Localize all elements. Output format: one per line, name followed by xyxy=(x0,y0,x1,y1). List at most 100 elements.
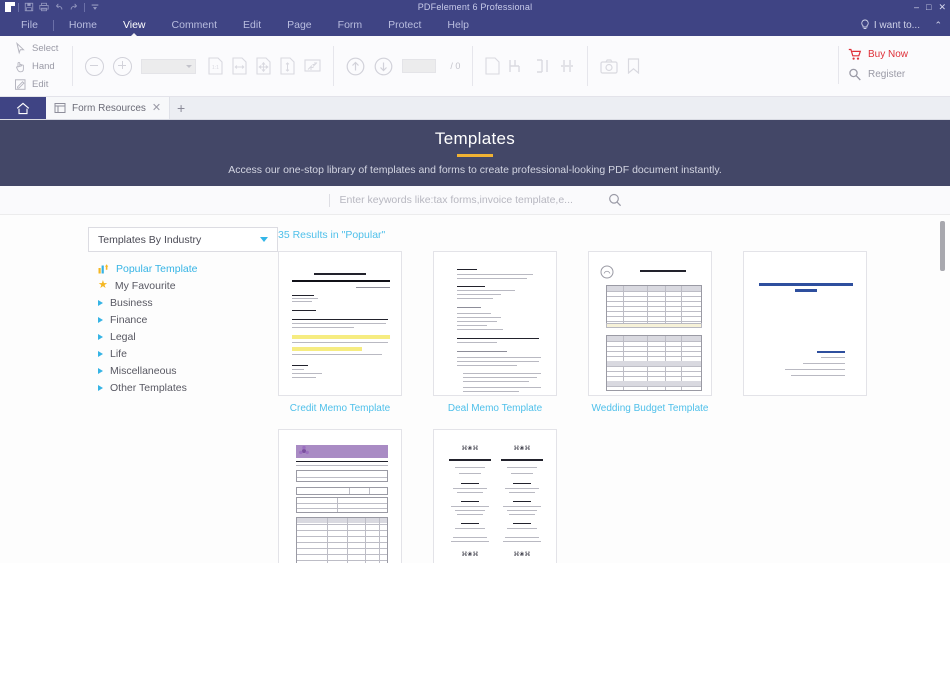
minimize-button[interactable]: – xyxy=(914,2,919,12)
template-card[interactable]: Wedding Budget Template xyxy=(588,251,712,415)
template-thumbnail[interactable]: ⌘❀⌘ ⌘❀⌘ ⌘❀⌘ ⌘❀⌘ xyxy=(433,429,557,563)
star-icon: ★ xyxy=(98,279,108,291)
new-tab-button[interactable]: + xyxy=(170,97,192,119)
ribbon-divider-5 xyxy=(838,46,839,84)
menu-item-form[interactable]: Form xyxy=(325,14,376,36)
results-count: 35 Results in "Popular" xyxy=(278,229,386,241)
zoom-in-icon[interactable] xyxy=(113,56,133,76)
contractor-agreement-preview xyxy=(751,259,859,388)
page-fit-controls: 1:1 xyxy=(202,57,327,75)
template-thumbnail[interactable] xyxy=(278,251,402,396)
template-card[interactable]: ⌘❀⌘ ⌘❀⌘ ⌘❀⌘ ⌘❀⌘ xyxy=(433,429,557,563)
capture-controls xyxy=(594,58,646,74)
continuous-scroll-icon[interactable] xyxy=(559,58,575,74)
register-button[interactable]: Register xyxy=(848,64,940,84)
menu-item-comment[interactable]: Comment xyxy=(159,14,231,36)
sidebar-item-legal[interactable]: Legal xyxy=(88,328,278,345)
single-page-icon[interactable] xyxy=(485,57,500,75)
fit-height-icon[interactable] xyxy=(280,57,295,75)
templates-page: Templates Access our one-stop library of… xyxy=(0,120,950,689)
sidebar-item-other-templates[interactable]: Other Templates xyxy=(88,379,278,396)
menu-item-home[interactable]: Home xyxy=(56,14,110,36)
sidebar-item-finance[interactable]: Finance xyxy=(88,311,278,328)
sidebar-item-popular-template[interactable]: Popular Template xyxy=(88,260,278,277)
family-budget-preview xyxy=(286,437,394,563)
sidebar-item-label: Other Templates xyxy=(110,381,187,394)
arrow-down-circle-icon[interactable] xyxy=(374,57,393,76)
window-controls[interactable]: – □ ✕ xyxy=(914,0,946,14)
wedding-menu-preview: ⌘❀⌘ ⌘❀⌘ ⌘❀⌘ ⌘❀⌘ xyxy=(441,437,549,563)
hand-icon xyxy=(16,61,24,72)
camera-snapshot-icon[interactable] xyxy=(600,58,619,74)
template-thumbnail[interactable] xyxy=(278,429,402,563)
sidebar-item-miscellaneous[interactable]: Miscellaneous xyxy=(88,362,278,379)
template-grid: Credit Memo Template Deal Memo Template … xyxy=(278,251,950,563)
maximize-button[interactable]: □ xyxy=(926,2,931,12)
menu-item-page[interactable]: Page xyxy=(274,14,325,36)
key-search-icon xyxy=(849,68,861,80)
title-bar: PDFelement 6 Professional – □ ✕ xyxy=(0,0,950,14)
full-screen-icon[interactable] xyxy=(304,58,321,74)
lightbulb-icon xyxy=(861,19,869,29)
flower-logo-icon xyxy=(299,445,309,455)
tab-close-button[interactable]: ✕ xyxy=(152,102,161,114)
split-horizontal-icon[interactable] xyxy=(509,58,525,74)
document-tab-strip: Form Resources ✕ + xyxy=(0,97,950,120)
template-title: Credit Memo Template xyxy=(289,403,391,414)
template-card[interactable]: Deal Memo Template xyxy=(433,251,557,415)
template-thumbnail[interactable] xyxy=(433,251,557,396)
scrollbar-thumb[interactable] xyxy=(940,221,945,271)
bookmark-icon[interactable] xyxy=(627,58,640,74)
popular-chart-icon xyxy=(98,264,109,274)
page-count-label: / 0 xyxy=(450,61,461,71)
pencil-edit-icon xyxy=(15,78,26,90)
menu-item-view[interactable]: View xyxy=(110,14,159,37)
template-card[interactable]: Credit Memo Template xyxy=(278,251,402,415)
ribbon-divider-3 xyxy=(472,46,474,86)
search-icon[interactable] xyxy=(608,193,622,207)
buy-now-button[interactable]: Buy Now xyxy=(848,44,940,64)
sidebar-item-label: Life xyxy=(110,347,127,360)
arrow-up-circle-icon[interactable] xyxy=(346,57,365,76)
fit-width-icon[interactable] xyxy=(232,57,247,75)
i-want-to-button[interactable]: I want to... xyxy=(860,14,920,36)
zoom-level-input[interactable] xyxy=(141,58,197,74)
triangle-right-icon xyxy=(98,367,103,374)
sidebar-item-my-favourite[interactable]: ★ My Favourite xyxy=(88,277,278,294)
select-tool-button[interactable]: Select xyxy=(14,40,58,57)
banner-subtitle: Access our one-stop library of templates… xyxy=(228,164,722,176)
vertical-scrollbar[interactable] xyxy=(938,215,947,563)
industry-dropdown[interactable]: Templates By Industry xyxy=(88,227,278,252)
sidebar-item-label: Popular Template xyxy=(116,262,198,275)
menu-item-edit[interactable]: Edit xyxy=(230,14,274,36)
triangle-right-icon xyxy=(98,384,103,391)
sidebar-item-life[interactable]: Life xyxy=(88,345,278,362)
chevron-down-icon[interactable] xyxy=(186,64,193,68)
template-thumbnail[interactable] xyxy=(588,251,712,396)
sidebar-item-business[interactable]: Business xyxy=(88,294,278,311)
pdfelement-window: PDFelement 6 Professional – □ ✕ File Hom… xyxy=(0,0,950,689)
collapse-ribbon-button[interactable]: ⌃ xyxy=(934,14,942,36)
home-tab[interactable] xyxy=(0,97,46,119)
template-thumbnail[interactable] xyxy=(743,251,867,396)
search-input[interactable] xyxy=(337,193,600,207)
menu-item-protect[interactable]: Protect xyxy=(375,14,434,36)
zoom-out-icon[interactable] xyxy=(85,56,105,76)
templates-body: Templates By Industry Popular Template ★ xyxy=(0,215,950,563)
template-card[interactable] xyxy=(278,429,402,563)
fit-page-icon[interactable] xyxy=(256,57,271,75)
actual-size-icon[interactable]: 1:1 xyxy=(208,57,223,75)
wedding-budget-preview xyxy=(596,259,704,391)
chevron-down-icon[interactable] xyxy=(260,237,268,242)
hand-tool-button[interactable]: Hand xyxy=(14,58,58,75)
category-list: Popular Template ★ My Favourite Business… xyxy=(88,260,278,396)
edit-tool-button[interactable]: Edit xyxy=(14,76,58,93)
menu-item-help[interactable]: Help xyxy=(434,14,482,36)
page-number-input[interactable] xyxy=(402,59,437,73)
home-icon xyxy=(16,102,30,114)
menu-item-file[interactable]: File xyxy=(8,14,51,36)
split-vertical-icon[interactable] xyxy=(534,58,550,74)
template-card[interactable] xyxy=(743,251,867,415)
close-button[interactable]: ✕ xyxy=(938,2,946,12)
tab-form-resources[interactable]: Form Resources ✕ xyxy=(46,97,171,119)
